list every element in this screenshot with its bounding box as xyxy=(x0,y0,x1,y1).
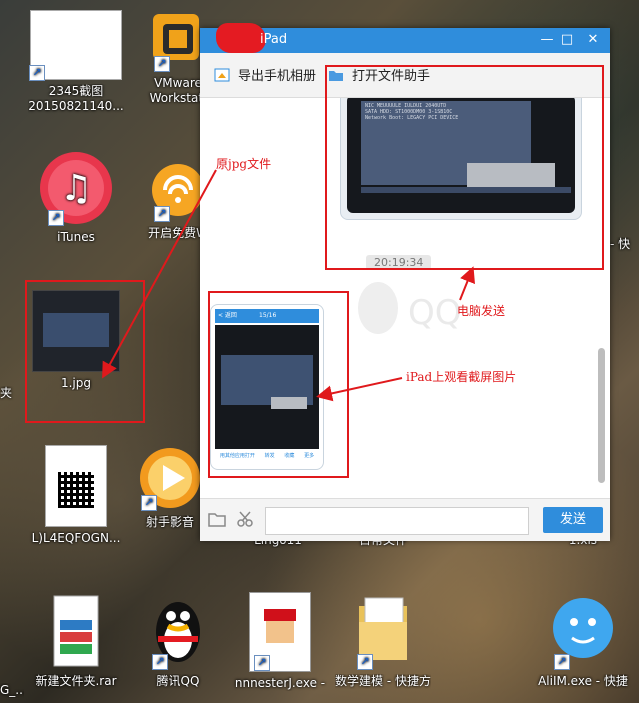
arrow-to-pc-send xyxy=(459,266,475,301)
arrow-to-ipad-view xyxy=(316,377,403,402)
annotation-arrows xyxy=(102,169,475,402)
annotation-original: 原jpg文件 xyxy=(216,157,272,171)
annotation-pc-send: 电脑发送 xyxy=(457,304,506,318)
annotation-ipad-view: iPad上观看截屏图片 xyxy=(406,370,517,384)
arrow-to-original xyxy=(102,169,217,379)
